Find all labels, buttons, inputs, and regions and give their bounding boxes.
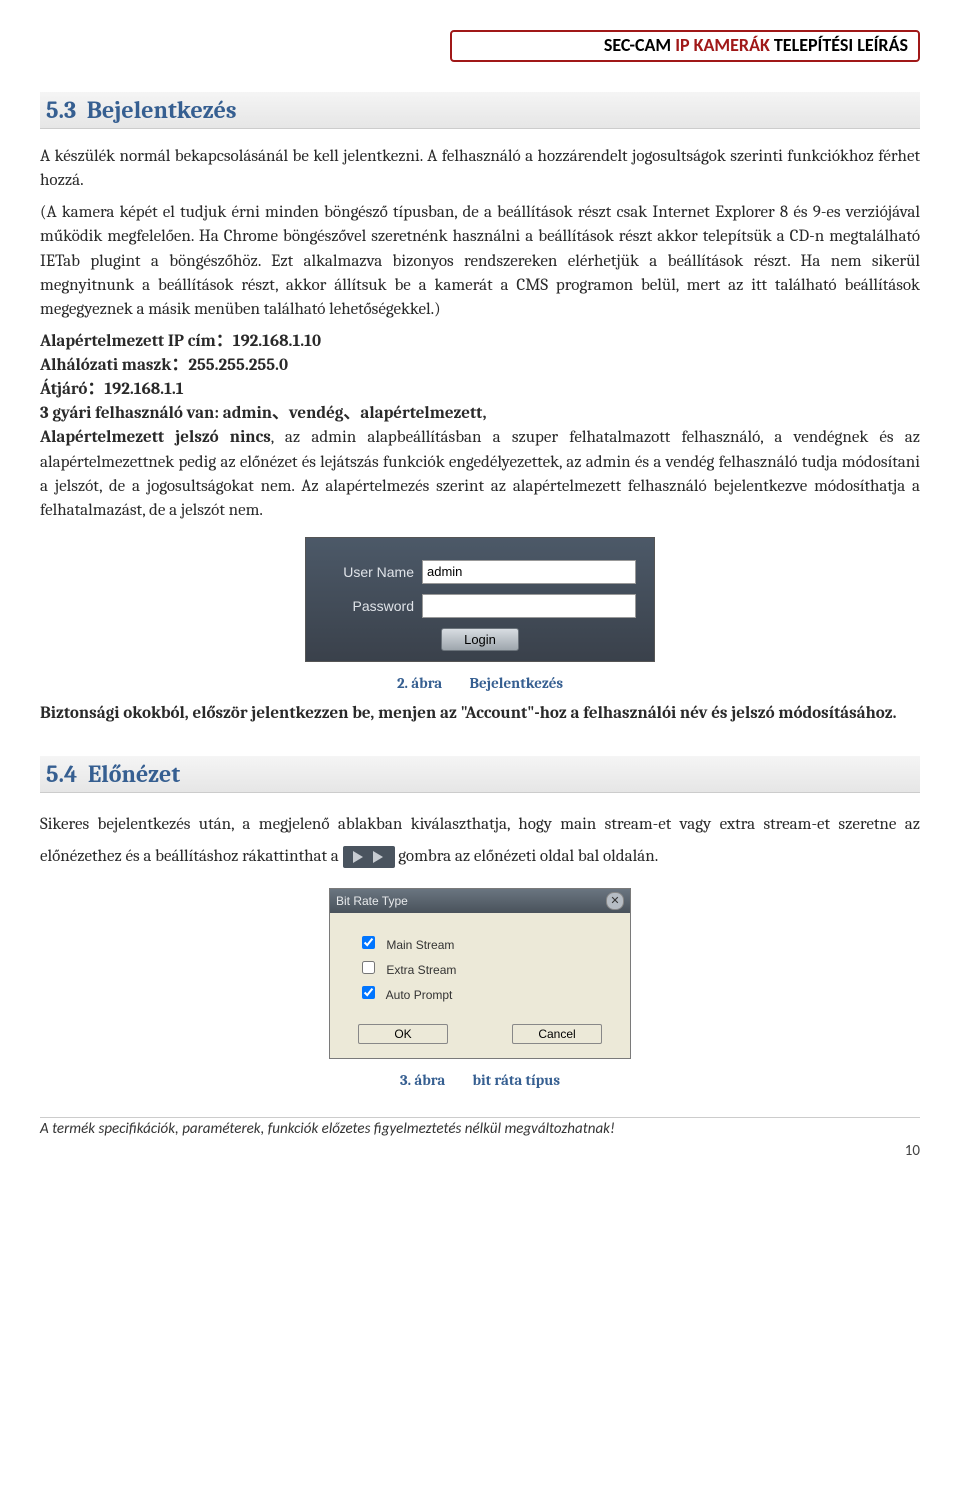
line-subnet: Alhálózati maszk：255.255.255.0 bbox=[40, 354, 920, 378]
checkbox-auto-prompt[interactable] bbox=[362, 986, 375, 999]
figure-caption-2: 3. ábra bit ráta típus bbox=[40, 1071, 920, 1089]
header-text-1: SEC-CAM bbox=[604, 34, 675, 56]
login-button[interactable]: Login bbox=[441, 628, 519, 651]
login-panel: User Name Password Login bbox=[305, 537, 655, 662]
checkbox-extra-stream[interactable] bbox=[362, 961, 375, 974]
play-icon[interactable] bbox=[343, 846, 395, 868]
section-heading-login: 5.3 Bejelentkezés bbox=[40, 92, 920, 129]
paragraph-compat: (A kamera képét el tudjuk érni minden bö… bbox=[40, 201, 920, 322]
auto-prompt-label: Auto Prompt bbox=[386, 988, 453, 1002]
figure-2-title: bit ráta típus bbox=[473, 1071, 560, 1089]
line-gateway: Átjáró：192.168.1.1 bbox=[40, 378, 920, 402]
paragraph-preview: Sikeres bejelentkezés után, a megjelenő … bbox=[40, 809, 920, 874]
header-text-red: IP KAMERÁK bbox=[675, 34, 774, 56]
page-number: 10 bbox=[40, 1142, 920, 1160]
section-title-2: Előnézet bbox=[88, 760, 180, 788]
footer-disclaimer: A termék specifikációk, paraméterek, fun… bbox=[40, 1117, 920, 1138]
section-number-2: 5.4 bbox=[46, 760, 77, 788]
username-input[interactable] bbox=[422, 560, 636, 584]
header-text-3: TELEPÍTÉSI LEÍRÁS bbox=[774, 34, 908, 56]
bitrate-dialog: Bit Rate Type ✕ Main Stream Extra Stream… bbox=[329, 888, 631, 1059]
option-main-stream[interactable]: Main Stream bbox=[358, 933, 608, 952]
section-number: 5.3 bbox=[46, 96, 76, 124]
figure-2-number: 3. ábra bbox=[400, 1071, 445, 1089]
line-default-ip: Alapértelmezett IP cím：192.168.1.10 bbox=[40, 330, 920, 354]
password-input[interactable] bbox=[422, 594, 636, 618]
paragraph-users: Alapértelmezett jelszó nincs, az admin a… bbox=[40, 426, 920, 523]
option-auto-prompt[interactable]: Auto Prompt bbox=[358, 983, 608, 1002]
figure-caption-1: 2. ábra Bejelentkezés bbox=[40, 674, 920, 692]
username-label: User Name bbox=[324, 564, 414, 580]
paragraph-intro: A készülék normál bekapcsolásánál be kel… bbox=[40, 145, 920, 193]
password-label: Password bbox=[324, 598, 414, 614]
figure-1-number: 2. ábra bbox=[397, 674, 442, 692]
option-extra-stream[interactable]: Extra Stream bbox=[358, 958, 608, 977]
security-note: Biztonsági okokból, először jelentkezzen… bbox=[40, 702, 920, 726]
dialog-title: Bit Rate Type bbox=[336, 894, 408, 908]
dialog-titlebar: Bit Rate Type ✕ bbox=[330, 889, 630, 913]
main-stream-label: Main Stream bbox=[386, 938, 454, 952]
extra-stream-label: Extra Stream bbox=[386, 963, 456, 977]
section-heading-preview: 5.4 Előnézet bbox=[40, 756, 920, 793]
close-icon[interactable]: ✕ bbox=[606, 892, 624, 910]
figure-1-title: Bejelentkezés bbox=[469, 674, 563, 692]
ok-button[interactable]: OK bbox=[358, 1024, 448, 1044]
cancel-button[interactable]: Cancel bbox=[512, 1024, 602, 1044]
document-header: SEC-CAM IP KAMERÁK TELEPÍTÉSI LEÍRÁS bbox=[450, 30, 920, 62]
checkbox-main-stream[interactable] bbox=[362, 936, 375, 949]
preview-text-b: gombra az előnézeti oldal bal oldalán. bbox=[398, 847, 658, 866]
section-title: Bejelentkezés bbox=[87, 96, 237, 124]
line-users-intro: 3 gyári felhasználó van: admin、vendég、al… bbox=[40, 402, 920, 426]
no-default-password: Alapértelmezett jelszó nincs bbox=[40, 428, 271, 447]
